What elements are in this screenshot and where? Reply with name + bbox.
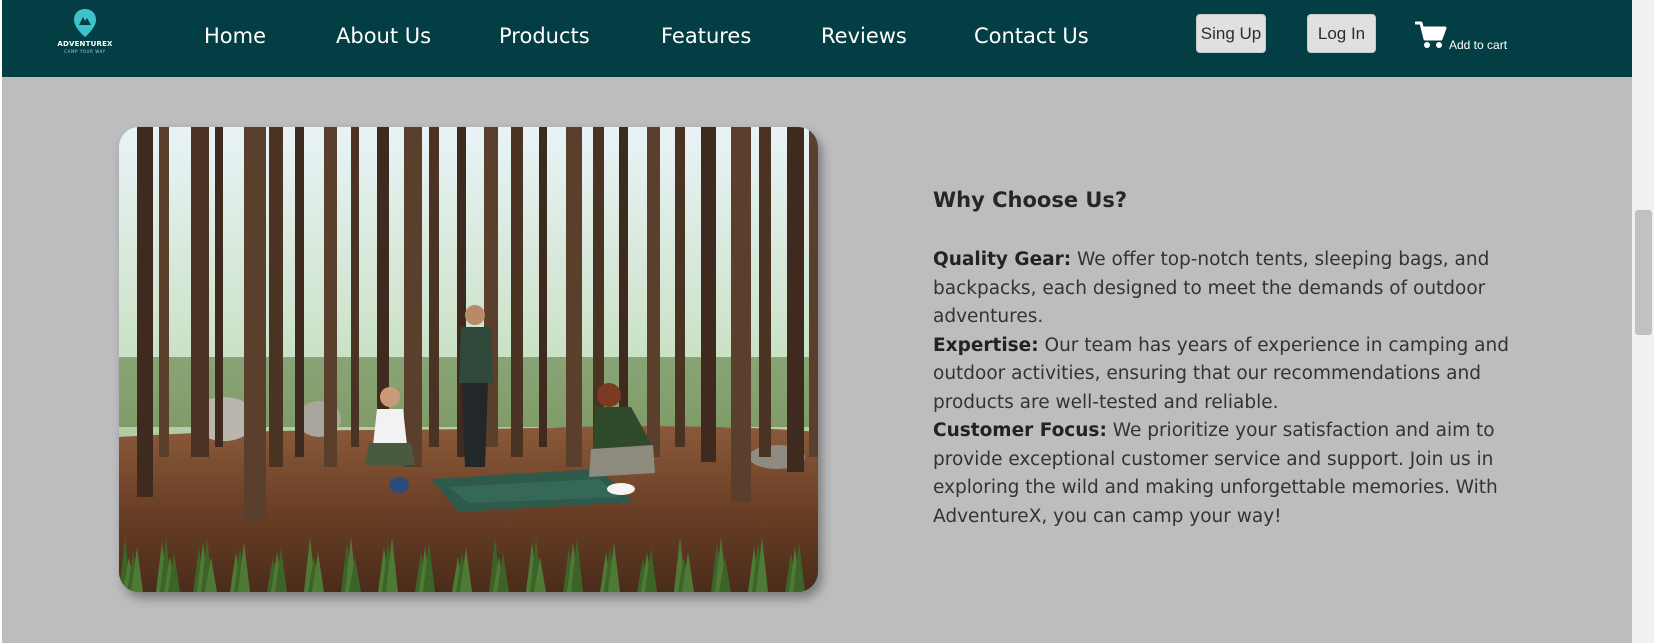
login-button[interactable]: Log In [1307,14,1376,53]
customer-focus-title: Customer Focus: [933,420,1107,441]
tree-trunk [159,127,169,457]
page: ADVENTUREX CAMP YOUR WAY Home About Us P… [2,0,1632,643]
expertise-title: Expertise: [933,334,1039,356]
nav-products-link[interactable]: Products [499,22,590,50]
signup-button[interactable]: Sing Up [1196,14,1266,53]
tree-trunk [429,127,439,447]
tree-trunk [377,127,389,457]
brand-logo[interactable]: ADVENTUREX CAMP YOUR WAY [52,8,118,58]
why-choose-us-paragraph: Quality Gear: We offer top-notch tents, … [933,246,1513,531]
shopping-cart-icon [1415,21,1447,48]
tree-trunk [787,127,804,472]
tree-trunk [809,127,818,457]
map-pin-logo-icon [74,9,96,37]
tree-trunk [759,127,771,457]
tree-trunk [215,127,223,447]
forest-scene-illustration [119,127,818,592]
tree-trunk [191,127,209,457]
nav-contact-us-link[interactable]: Contact Us [974,22,1089,50]
brand-name: ADVENTUREX [57,40,113,48]
tree-trunk [269,127,283,467]
nav-reviews-link[interactable]: Reviews [821,22,907,50]
quality-gear-title: Quality Gear: [933,249,1072,270]
nav-about-us-link[interactable]: About Us [336,22,431,50]
tree-trunk [137,127,153,497]
add-to-cart-label: Add to cart [1449,38,1508,52]
tree-trunk [511,127,523,457]
tree-trunk [619,127,628,452]
section-heading: Why Choose Us? [933,188,1128,212]
tree-trunk [675,127,685,447]
camping-forest-photo [119,127,818,592]
nav-home-link[interactable]: Home [204,22,266,50]
navbar: ADVENTUREX CAMP YOUR WAY Home About Us P… [2,0,1632,77]
tree-trunk [324,127,337,467]
tree-trunk [731,127,751,502]
vertical-scrollbar[interactable] [1632,0,1654,643]
nav-features-link[interactable]: Features [661,22,751,50]
brand-tagline: CAMP YOUR WAY [64,49,106,54]
tree-trunk [404,127,422,467]
tree-trunk [295,127,304,457]
tree-trunk [351,127,359,447]
tree-trunk [701,127,716,462]
tree-trunk [647,127,660,457]
tree-trunk [539,127,547,447]
tree-trunk [244,127,266,522]
add-to-cart-button[interactable]: Add to cart [1415,20,1525,56]
tree-trunk [566,127,582,467]
why-choose-us-section: Why Choose Us? Quality Gear: We offer to… [933,185,1513,531]
scrollbar-thumb[interactable] [1635,210,1652,335]
